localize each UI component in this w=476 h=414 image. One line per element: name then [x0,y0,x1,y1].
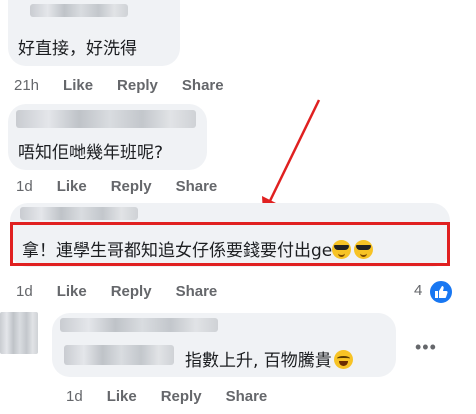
reply-button[interactable]: Reply [161,388,202,405]
redacted-author-name [20,207,138,220]
comment-text: 好直接，好洗得 [18,39,137,59]
more-options-icon[interactable]: ••• [415,337,437,358]
comment-timestamp[interactable]: 1d [16,283,33,300]
comment-timestamp[interactable]: 1d [16,178,33,195]
share-button[interactable]: Share [226,388,268,405]
comment-bubble-4: 指數上升, 百物騰貴 [52,313,396,377]
comment-text: 唔知佢哋幾年班呢? [18,143,164,163]
comment-timestamp[interactable]: 21h [14,77,39,94]
reaction-count[interactable]: 4 [414,282,422,299]
like-button[interactable]: Like [57,283,87,300]
comment-bubble-2: 唔知佢哋幾年班呢? [8,104,207,170]
like-button[interactable]: Like [107,388,137,405]
avatar[interactable] [0,312,38,354]
share-button[interactable]: Share [182,77,224,94]
reply-button[interactable]: Reply [111,178,152,195]
redacted-author-name [60,318,218,332]
redacted-author-name [30,4,128,17]
share-button[interactable]: Share [176,283,218,300]
comment-timestamp[interactable]: 1d [66,388,83,405]
like-thumb-icon[interactable] [428,279,454,305]
like-button[interactable]: Like [63,77,93,94]
highlight-box [10,222,450,266]
comment-actions: 1d Like Reply Share [16,178,241,195]
comment-actions: 21h Like Reply Share [14,77,248,94]
like-button[interactable]: Like [57,178,87,195]
redacted-author-name [16,110,196,128]
comment-actions: 1d Like Reply Share [16,283,241,300]
share-button[interactable]: Share [176,178,218,195]
reply-button[interactable]: Reply [117,77,158,94]
comment-actions: 1d Like Reply Share [66,388,291,405]
comment-bubble-1: 好直接，好洗得 [8,0,180,66]
reply-button[interactable]: Reply [111,283,152,300]
grinning-squinting-face-icon [333,350,353,369]
comment-text-content: 指數上升, 百物騰貴 [185,351,332,371]
comment-text: 指數上升, 百物騰貴 [185,346,353,371]
redacted-author-name [64,345,174,365]
